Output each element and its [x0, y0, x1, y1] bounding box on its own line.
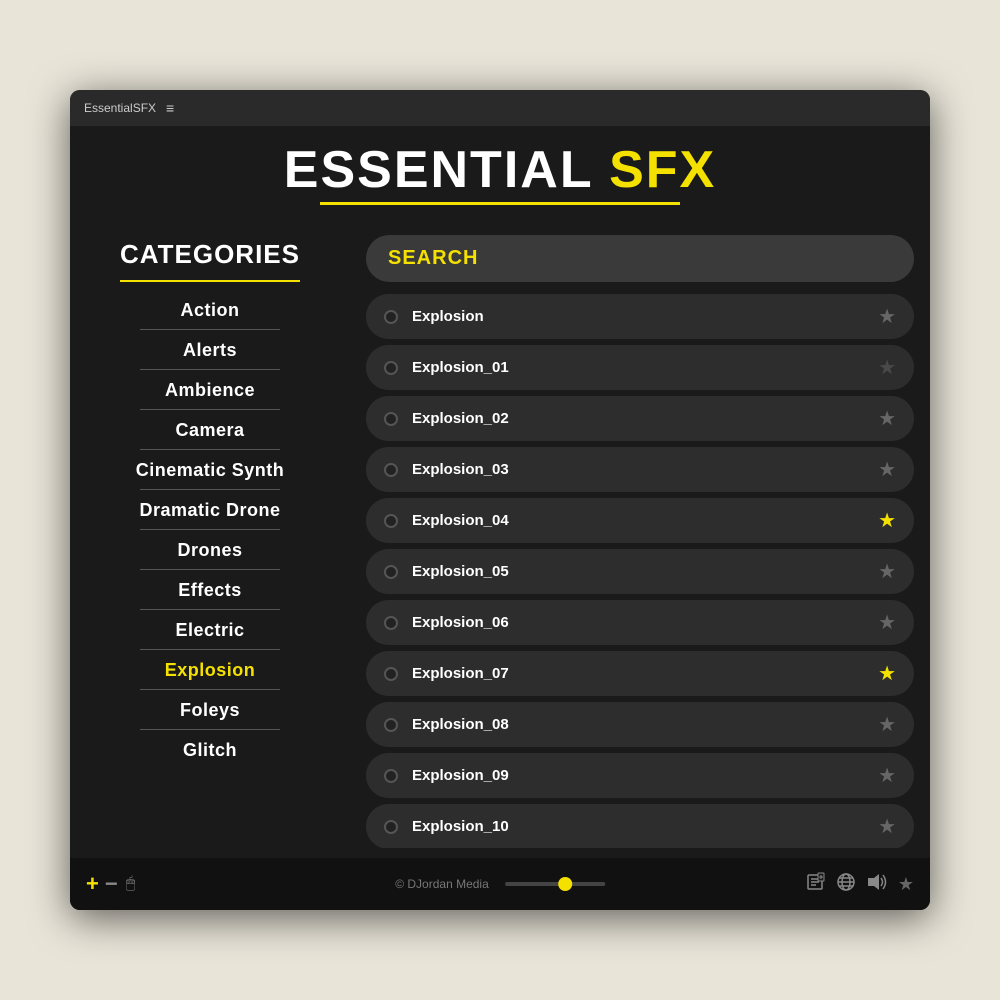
sound-item-explosion_01[interactable]: Explosion_01 ★ — [366, 345, 914, 390]
copyright-text: © DJordan Media — [395, 877, 489, 891]
bottom-left: + − 🖱 — [86, 873, 135, 895]
star-icon[interactable]: ★ — [878, 814, 896, 839]
sound-item-explosion_05[interactable]: Explosion_05 ★ — [366, 549, 914, 594]
sidebar-item-drones[interactable]: Drones — [70, 530, 350, 569]
sound-name: Explosion_04 — [412, 512, 864, 529]
sound-item-explosion_09[interactable]: Explosion_09 ★ — [366, 753, 914, 798]
sound-item-explosion_10[interactable]: Explosion_10 ★ — [366, 804, 914, 848]
star-icon[interactable]: ★ — [878, 712, 896, 737]
sound-item-explosion_02[interactable]: Explosion_02 ★ — [366, 396, 914, 441]
sound-name: Explosion_05 — [412, 563, 864, 580]
categories-underline — [120, 280, 300, 282]
sidebar-item-alerts[interactable]: Alerts — [70, 330, 350, 369]
title-white: ESSENTIAL — [284, 141, 593, 199]
sidebar-item-effects[interactable]: Effects — [70, 570, 350, 609]
category-list: ActionAlertsAmbienceCameraCinematic Synt… — [70, 290, 350, 769]
slider-thumb[interactable] — [558, 877, 572, 891]
bottom-right: ★ — [806, 872, 914, 897]
sound-icon[interactable] — [866, 872, 888, 897]
sidebar: CATEGORIES ActionAlertsAmbienceCameraCin… — [70, 221, 350, 858]
add-button[interactable]: + — [86, 873, 99, 895]
sidebar-item-foleys[interactable]: Foleys — [70, 690, 350, 729]
star-icon[interactable]: ★ — [878, 763, 896, 788]
play-dot[interactable] — [384, 463, 398, 477]
star-icon[interactable]: ★ — [878, 610, 896, 635]
slider-track[interactable] — [505, 882, 605, 886]
sound-name: Explosion_07 — [412, 665, 864, 682]
sound-name: Explosion_03 — [412, 461, 864, 478]
star-icon[interactable]: ★ — [878, 508, 896, 533]
play-dot[interactable] — [384, 718, 398, 732]
sound-item-explosion_03[interactable]: Explosion_03 ★ — [366, 447, 914, 492]
sound-item-explosion_07[interactable]: Explosion_07 ★ — [366, 651, 914, 696]
star-icon[interactable]: ★ — [878, 559, 896, 584]
slider-fill — [505, 882, 565, 886]
play-dot[interactable] — [384, 565, 398, 579]
play-dot[interactable] — [384, 667, 398, 681]
play-dot[interactable] — [384, 361, 398, 375]
favorite-filter-icon[interactable]: ★ — [898, 874, 914, 895]
app-name-label: EssentialSFX — [84, 101, 156, 115]
sidebar-item-electric[interactable]: Electric — [70, 610, 350, 649]
header-underline — [320, 202, 680, 205]
sidebar-item-glitch[interactable]: Glitch — [70, 730, 350, 769]
sound-item-explosion[interactable]: Explosion ★ — [366, 294, 914, 339]
star-icon[interactable]: ★ — [878, 406, 896, 431]
content-area: SEARCH Explosion★Explosion_01★Explosion_… — [350, 221, 930, 858]
cursor-icon: 🖱 — [126, 875, 136, 893]
sidebar-item-ambience[interactable]: Ambience — [70, 370, 350, 409]
sound-name: Explosion_01 — [412, 359, 864, 376]
sidebar-item-action[interactable]: Action — [70, 290, 350, 329]
bottom-center: © DJordan Media — [395, 877, 605, 891]
sidebar-item-cinematic-synth[interactable]: Cinematic Synth — [70, 450, 350, 489]
play-dot[interactable] — [384, 514, 398, 528]
volume-slider[interactable] — [505, 882, 605, 886]
app-window: EssentialSFX ≡ ESSENTIAL SFX CATEGORIES … — [70, 90, 930, 910]
app-title: ESSENTIAL SFX — [70, 144, 930, 196]
sound-item-explosion_08[interactable]: Explosion_08 ★ — [366, 702, 914, 747]
main-content: CATEGORIES ActionAlertsAmbienceCameraCin… — [70, 221, 930, 858]
sound-item-explosion_04[interactable]: Explosion_04 ★ — [366, 498, 914, 543]
edit-icon[interactable] — [806, 872, 826, 897]
sidebar-item-explosion[interactable]: Explosion — [70, 650, 350, 689]
globe-icon[interactable] — [836, 872, 856, 897]
search-bar[interactable]: SEARCH — [366, 235, 914, 282]
search-label: SEARCH — [388, 247, 478, 269]
star-icon[interactable]: ★ — [878, 661, 896, 686]
sound-name: Explosion_08 — [412, 716, 864, 733]
bottom-bar: + − 🖱 © DJordan Media — [70, 858, 930, 910]
star-icon[interactable]: ★ — [878, 304, 896, 329]
app-header: ESSENTIAL SFX — [70, 126, 930, 221]
sound-name: Explosion_10 — [412, 818, 864, 835]
sound-name: Explosion_02 — [412, 410, 864, 427]
sidebar-item-camera[interactable]: Camera — [70, 410, 350, 449]
star-icon[interactable]: ★ — [878, 355, 896, 380]
play-dot[interactable] — [384, 310, 398, 324]
play-dot[interactable] — [384, 412, 398, 426]
sidebar-item-dramatic-drone[interactable]: Dramatic Drone — [70, 490, 350, 529]
sound-item-explosion_06[interactable]: Explosion_06 ★ — [366, 600, 914, 645]
sound-name: Explosion_06 — [412, 614, 864, 631]
categories-header: CATEGORIES — [70, 221, 350, 280]
sound-name: Explosion — [412, 308, 864, 325]
title-bar: EssentialSFX ≡ — [70, 90, 930, 126]
sound-name: Explosion_09 — [412, 767, 864, 784]
play-dot[interactable] — [384, 769, 398, 783]
sound-list: Explosion★Explosion_01★Explosion_02★Expl… — [366, 294, 914, 848]
star-icon[interactable]: ★ — [878, 457, 896, 482]
remove-button[interactable]: − — [105, 873, 118, 895]
title-yellow: SFX — [609, 141, 716, 199]
play-dot[interactable] — [384, 820, 398, 834]
hamburger-icon[interactable]: ≡ — [166, 100, 174, 116]
play-dot[interactable] — [384, 616, 398, 630]
